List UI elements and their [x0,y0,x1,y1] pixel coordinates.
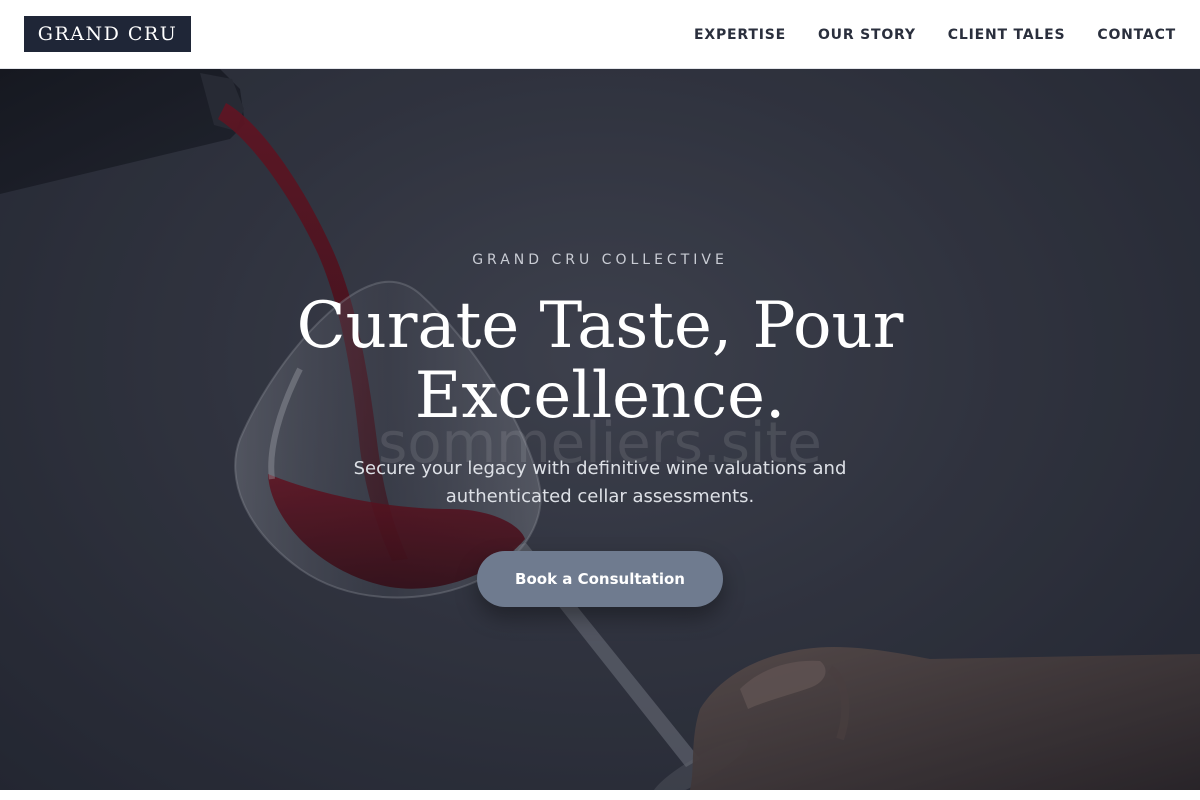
nav-link-contact[interactable]: CONTACT [1097,27,1176,43]
nav-link-our-story[interactable]: OUR STORY [818,27,916,43]
hero-headline: Curate Taste, Pour Excellence. [296,289,904,433]
logo[interactable]: GRAND CRU [24,16,191,52]
main-nav: EXPERTISE OUR STORY CLIENT TALES CONTACT [694,0,1176,69]
book-consultation-button[interactable]: Book a Consultation [477,551,723,607]
nav-link-client-tales[interactable]: CLIENT TALES [948,27,1066,43]
hero-subline: Secure your legacy with definitive wine … [353,458,847,507]
hero-content: GRAND CRU COLLECTIVE Curate Taste, Pour … [0,69,1200,790]
hero-section: sommeliers.site GRAND CRU COLLECTIVE Cur… [0,69,1200,790]
hero-eyebrow: GRAND CRU COLLECTIVE [472,252,728,268]
site-header: GRAND CRU EXPERTISE OUR STORY CLIENT TAL… [0,0,1200,69]
page-bottom-strip [0,790,1200,800]
nav-link-expertise[interactable]: EXPERTISE [694,27,786,43]
